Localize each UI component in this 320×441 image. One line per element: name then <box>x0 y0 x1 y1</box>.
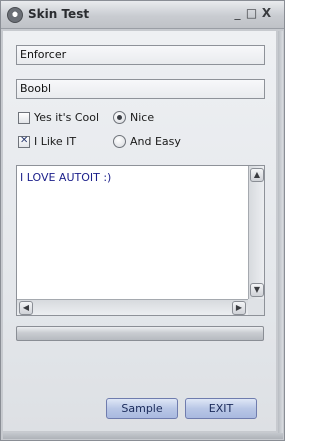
scroll-up-icon[interactable]: ▲ <box>250 168 264 182</box>
nice-radio[interactable] <box>113 111 126 124</box>
window-right-edge <box>278 31 283 436</box>
edit-text: I LOVE AUTOIT :) <box>20 171 112 184</box>
i-like-it-checkbox[interactable] <box>18 135 30 148</box>
maximize-icon[interactable]: □ <box>245 7 258 20</box>
horizontal-scrollbar[interactable]: ◀ ▶ <box>17 299 248 315</box>
yes-its-cool-label: Yes it's Cool <box>34 111 100 124</box>
vertical-scrollbar[interactable]: ▲ ▼ <box>248 166 264 299</box>
edit-textarea[interactable]: I LOVE AUTOIT :) ▲ ▼ ◀ ▶ <box>16 165 265 316</box>
app-icon <box>7 7 23 23</box>
scroll-right-icon[interactable]: ▶ <box>232 301 246 315</box>
nice-label: Nice <box>130 111 155 124</box>
scrollbar-corner <box>248 299 264 315</box>
exit-button[interactable]: EXIT <box>185 398 257 419</box>
progress-bar <box>16 326 264 341</box>
sample-button[interactable]: Sample <box>106 398 178 419</box>
minimize-icon[interactable]: _ <box>231 7 244 20</box>
window-bottom-edge <box>3 433 283 439</box>
i-like-it-label: I Like IT <box>34 135 77 148</box>
skin-test-window: Skin Test _ □ X Enforcer Boobl Yes it's … <box>0 0 285 441</box>
title-bar[interactable]: Skin Test _ □ X <box>1 1 284 29</box>
close-icon[interactable]: X <box>260 7 273 20</box>
second-input[interactable]: Boobl <box>16 79 265 99</box>
and-easy-label: And Easy <box>130 135 181 148</box>
yes-its-cool-checkbox[interactable] <box>18 112 30 124</box>
window-title: Skin Test <box>28 7 90 21</box>
scroll-left-icon[interactable]: ◀ <box>19 301 33 315</box>
name-input[interactable]: Enforcer <box>16 45 265 65</box>
scroll-down-icon[interactable]: ▼ <box>250 283 264 297</box>
and-easy-radio[interactable] <box>113 135 126 148</box>
